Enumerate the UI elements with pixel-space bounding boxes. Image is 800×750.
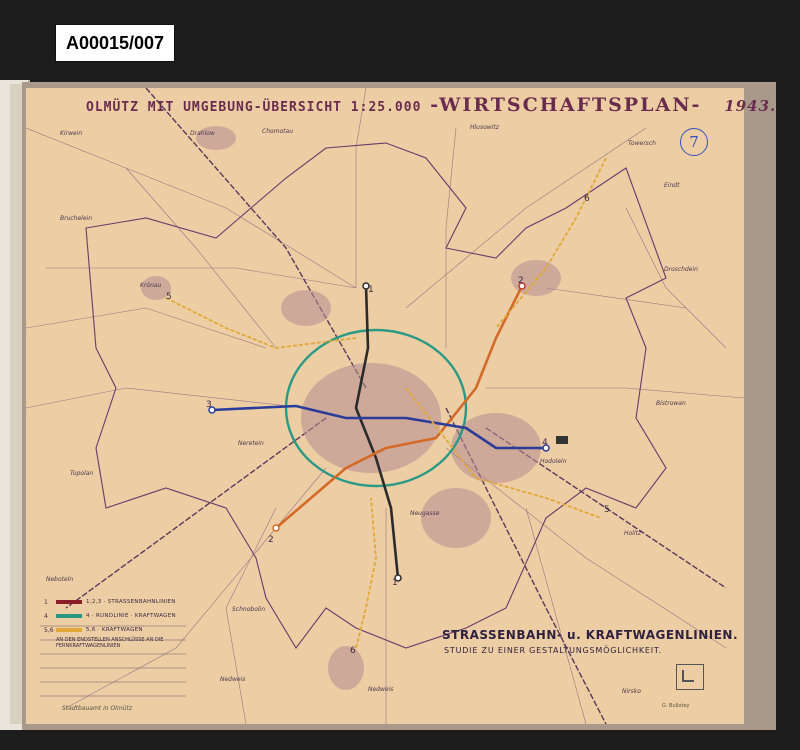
line-number: 3 [206, 400, 212, 410]
signature: G. Bullotey [662, 703, 690, 709]
legend-swatch [56, 600, 82, 604]
line-number: 6 [584, 194, 590, 204]
legend-number: 4 [44, 612, 48, 620]
place-label: Nirsko [622, 688, 641, 695]
legend-item: 1 1,2,3 · STRASSENBAHNLINIEN [44, 595, 194, 609]
line-number: 1 [368, 285, 374, 295]
place-label: Bruchelein [60, 215, 93, 222]
line-number: 1 [392, 578, 398, 588]
legend-number: 5,6 [44, 626, 54, 634]
place-label: Hlusowitz [470, 124, 499, 131]
legend-note: AN DEN ENDSTELLEN ANSCHLÜSSE AN DIE FERN… [56, 637, 164, 649]
legend-item: 4 4 · RUNDLINIE · KRAFTWAGEN [44, 609, 194, 623]
legend-text: 4 · RUNDLINIE · KRAFTWAGEN [86, 613, 176, 619]
line-number: 5 [166, 292, 172, 302]
place-label: Neboteln [46, 576, 74, 583]
place-label: Droschdein [664, 266, 698, 273]
legend-swatch [56, 614, 82, 618]
bus-line-6b [355, 497, 377, 649]
place-label: Nedweis [220, 676, 246, 683]
place-label: Schnobolin [232, 606, 265, 613]
place-label: Kirwein [60, 130, 83, 137]
place-label: Towersch [628, 140, 656, 147]
place-label: Holitz [624, 530, 642, 537]
title-main: -WIRTSCHAFTSPLAN- [430, 94, 702, 116]
sheet-number: 7 [680, 128, 708, 156]
office-stamp: Stadtbauamt in Olmütz [62, 705, 132, 712]
line-number: 2 [518, 276, 524, 286]
place-label: Bistrowan [656, 400, 686, 407]
corner-mark-icon [676, 664, 704, 690]
title-prefix: OLMÜTZ MIT UMGEBUNG-ÜBERSICHT 1:25.000 [86, 100, 422, 115]
place-label: Chomotau [262, 128, 294, 135]
place-label: Nedweis [368, 686, 394, 693]
legend-number: 1 [44, 598, 48, 606]
map-caption: STRASSENBAHN- u. KRAFTWAGENLINIEN. STUDI… [442, 628, 738, 655]
line-number: 2 [268, 535, 274, 545]
caption-line-2: STUDIE ZU EINER GESTALTUNGSMÖGLICHKEIT. [444, 646, 662, 655]
binder-inner [10, 84, 22, 724]
map-title: OLMÜTZ MIT UMGEBUNG-ÜBERSICHT 1:25.000 -… [86, 94, 776, 116]
place-label: Neretein [238, 440, 264, 447]
place-label: Eindt [664, 182, 680, 189]
legend-text: 5,6 · KRAFTWAGEN [86, 627, 143, 633]
line-number: 4 [542, 438, 548, 448]
place-label: Krönau [140, 282, 162, 289]
title-year: 1943. [724, 97, 777, 115]
caption-line-1: STRASSENBAHN- u. KRAFTWAGENLINIEN. [442, 628, 738, 642]
line-number: 6 [350, 646, 356, 656]
line-number: 5 [604, 505, 610, 515]
place-label: Neugasse [410, 510, 440, 517]
archive-label: A00015/007 [55, 24, 175, 62]
place-label: Topolan [70, 470, 94, 477]
legend-item: 5,6 5,6 · KRAFTWAGEN [44, 623, 194, 637]
map-legend: 1 1,2,3 · STRASSENBAHNLINIEN 4 4 · RUNDL… [44, 595, 194, 650]
place-label: Drahlow [190, 130, 215, 137]
place-label: Hodolein [540, 458, 567, 465]
legend-swatch [56, 628, 82, 632]
legend-text: 1,2,3 · STRASSENBAHNLINIEN [86, 599, 176, 605]
